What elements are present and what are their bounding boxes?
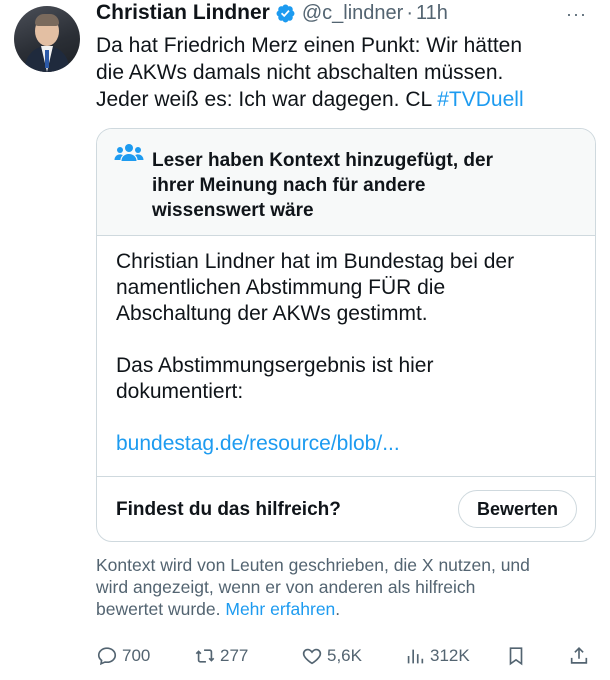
people-icon [114, 144, 144, 161]
community-note-footer: Findest du das hilfreich? Bewerten [97, 476, 595, 541]
tweet-text-line: Da hat Friedrich Merz einen Punkt: Wir h… [96, 34, 523, 57]
context-segment: bewertet wurde. [96, 599, 226, 619]
share-button[interactable] [568, 640, 594, 672]
tweet-text-line: Jeder weiß es: Ich war dagegen. CL #TVDu… [96, 86, 596, 113]
context-line: bewertet wurde. Mehr erfahren. [96, 598, 596, 620]
reply-icon [97, 647, 117, 666]
like-button[interactable]: 5,6K [301, 640, 362, 672]
note-body-line: namentlichen Abstimmung FÜR die [116, 276, 446, 299]
community-note-header: Leser haben Kontext hinzugefügt, der ihr… [97, 129, 595, 236]
avatar[interactable] [14, 6, 80, 72]
author-name[interactable]: Christian Lindner [96, 1, 270, 25]
repost-icon [195, 649, 215, 663]
context-line: wird angezeigt, wenn er von anderen als … [96, 577, 476, 597]
tweet-text: Da hat Friedrich Merz einen Punkt: Wir h… [96, 32, 596, 113]
note-body-line: dokumentiert: [116, 380, 244, 403]
context-trailing: . [335, 599, 341, 619]
hashtag-link[interactable]: #TVDuell [437, 88, 523, 111]
action-bar: 700 277 5,6K 312K [96, 640, 596, 672]
separator-dot: · [406, 1, 413, 24]
verified-badge-icon[interactable] [275, 3, 296, 24]
note-title-line: Leser haben Kontext hinzugefügt, der [152, 150, 493, 171]
tweet-time[interactable]: 11h [416, 2, 448, 25]
tweet-text-segment: Jeder weiß es: Ich war dagegen. CL [96, 88, 438, 111]
note-title-line: wissenswert wäre [152, 200, 314, 221]
bookmark-icon [509, 647, 523, 666]
note-source-link[interactable]: bundestag.de/resource/blob/... [116, 431, 586, 457]
context-info: Kontext wird von Leuten geschrieben, die… [96, 554, 596, 620]
rate-button[interactable]: Bewerten [457, 490, 577, 528]
avatar-hair [35, 14, 59, 26]
like-count: 5,6K [327, 646, 362, 665]
community-note-body: Christian Lindner hat im Bundestag bei d… [116, 249, 586, 457]
tweet-text-line: die AKWs damals nicht abschalten müssen. [96, 61, 504, 84]
community-note-title: Leser haben Kontext hinzugefügt, der ihr… [152, 148, 572, 223]
more-options-icon[interactable]: ··· [566, 4, 587, 25]
bookmark-button[interactable] [505, 640, 531, 672]
note-body-line: Christian Lindner hat im Bundestag bei d… [116, 250, 515, 273]
views-count: 312K [430, 646, 470, 665]
note-body-line: Abschaltung der AKWs gestimmt. [116, 302, 428, 325]
note-title-line: ihrer Meinung nach für andere [152, 175, 426, 196]
views-button[interactable]: 312K [404, 640, 470, 672]
reply-button[interactable]: 700 [96, 640, 150, 672]
learn-more-link[interactable]: Mehr erfahren [225, 599, 335, 619]
avatar-tie [45, 50, 49, 68]
reply-count: 700 [122, 646, 151, 665]
context-line: Kontext wird von Leuten geschrieben, die… [96, 555, 530, 575]
tweet-header: Christian Lindner @c_lindner · 11h [96, 0, 448, 26]
community-note: Leser haben Kontext hinzugefügt, der ihr… [96, 128, 596, 542]
repost-count: 277 [220, 646, 249, 665]
share-icon [570, 647, 588, 664]
author-handle[interactable]: @c_lindner [302, 2, 403, 25]
heart-icon [302, 648, 322, 665]
note-body-line: Das Abstimmungsergebnis ist hier [116, 354, 434, 377]
helpful-question: Findest du das hilfreich? [116, 499, 341, 520]
repost-button[interactable]: 277 [194, 640, 248, 672]
views-icon [407, 649, 424, 664]
